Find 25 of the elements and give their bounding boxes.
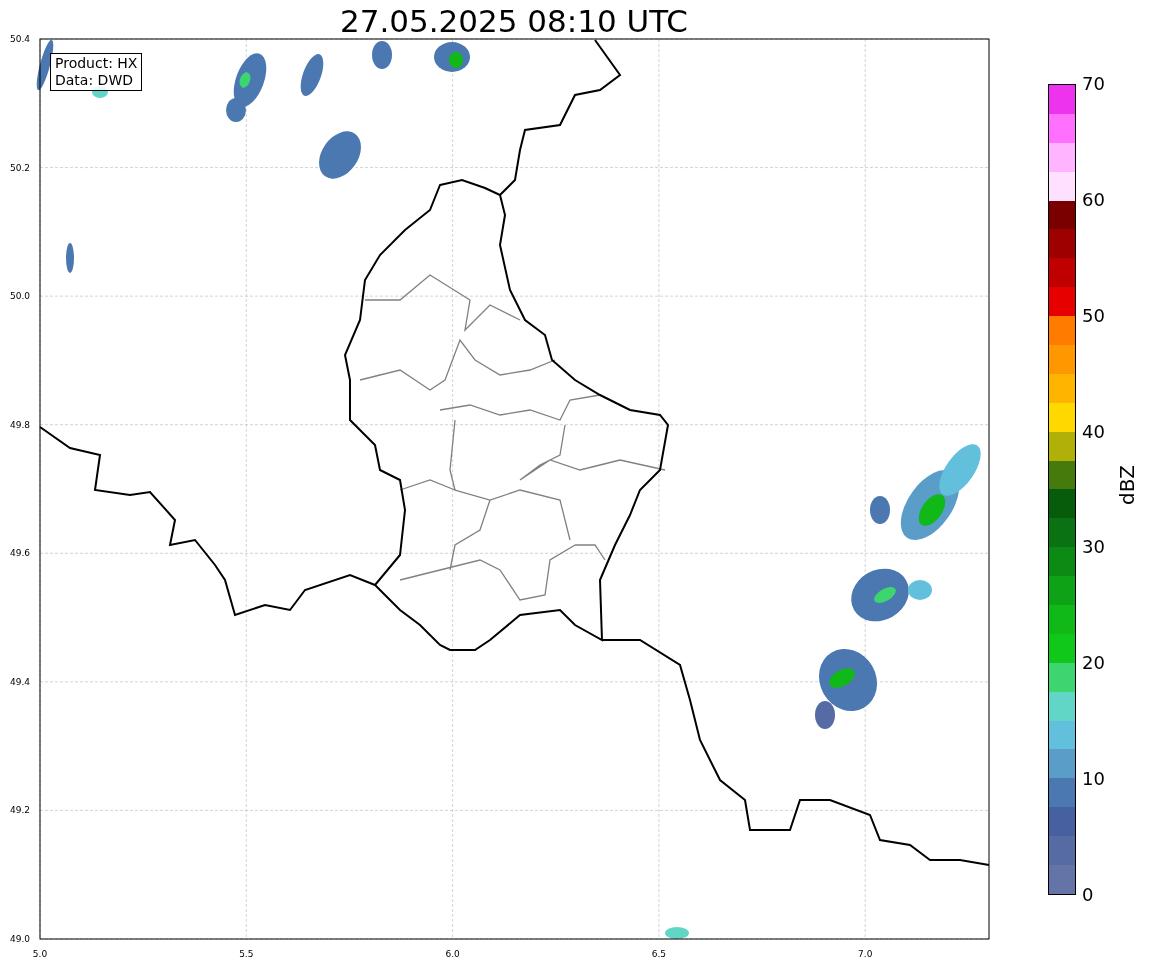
colorbar-tick-label: 20 (1082, 653, 1105, 674)
colorbar-tick-label: 30 (1082, 537, 1105, 558)
colorbar-tick-label: 10 (1082, 769, 1105, 790)
colorbar-tick-label: 0 (1082, 884, 1095, 905)
x-tick-label: 5.0 (32, 949, 48, 959)
y-tick-label: 49.0 (9, 934, 30, 944)
colorbar-label: dBZ (1114, 464, 1139, 505)
x-tick-label: 7.0 (858, 949, 873, 959)
x-tick-label: 6.0 (445, 949, 460, 959)
colorbar-tick-label: 70 (1082, 74, 1105, 94)
y-tick-label: 50.0 (9, 291, 30, 302)
y-tick-label: 50.4 (9, 34, 30, 44)
info-text: Data: DWD (55, 72, 134, 89)
y-tick-label: 49.8 (9, 419, 30, 430)
y-tick-label: 49.4 (9, 676, 30, 687)
colorbar-tick-label: 60 (1082, 189, 1105, 210)
colorbar-tick-label: 40 (1082, 421, 1105, 442)
x-tick-label: 5.5 (239, 949, 254, 959)
chart-title: 27.05.2025 08:10 UTC (340, 3, 688, 39)
info-text: Product: HX (55, 55, 138, 72)
y-tick-label: 49.2 (9, 805, 30, 816)
x-tick-label: 6.5 (651, 949, 667, 959)
y-tick-label: 50.2 (9, 162, 30, 173)
y-tick-label: 49.6 (9, 548, 30, 559)
colorbar-tick-label: 50 (1082, 305, 1105, 326)
